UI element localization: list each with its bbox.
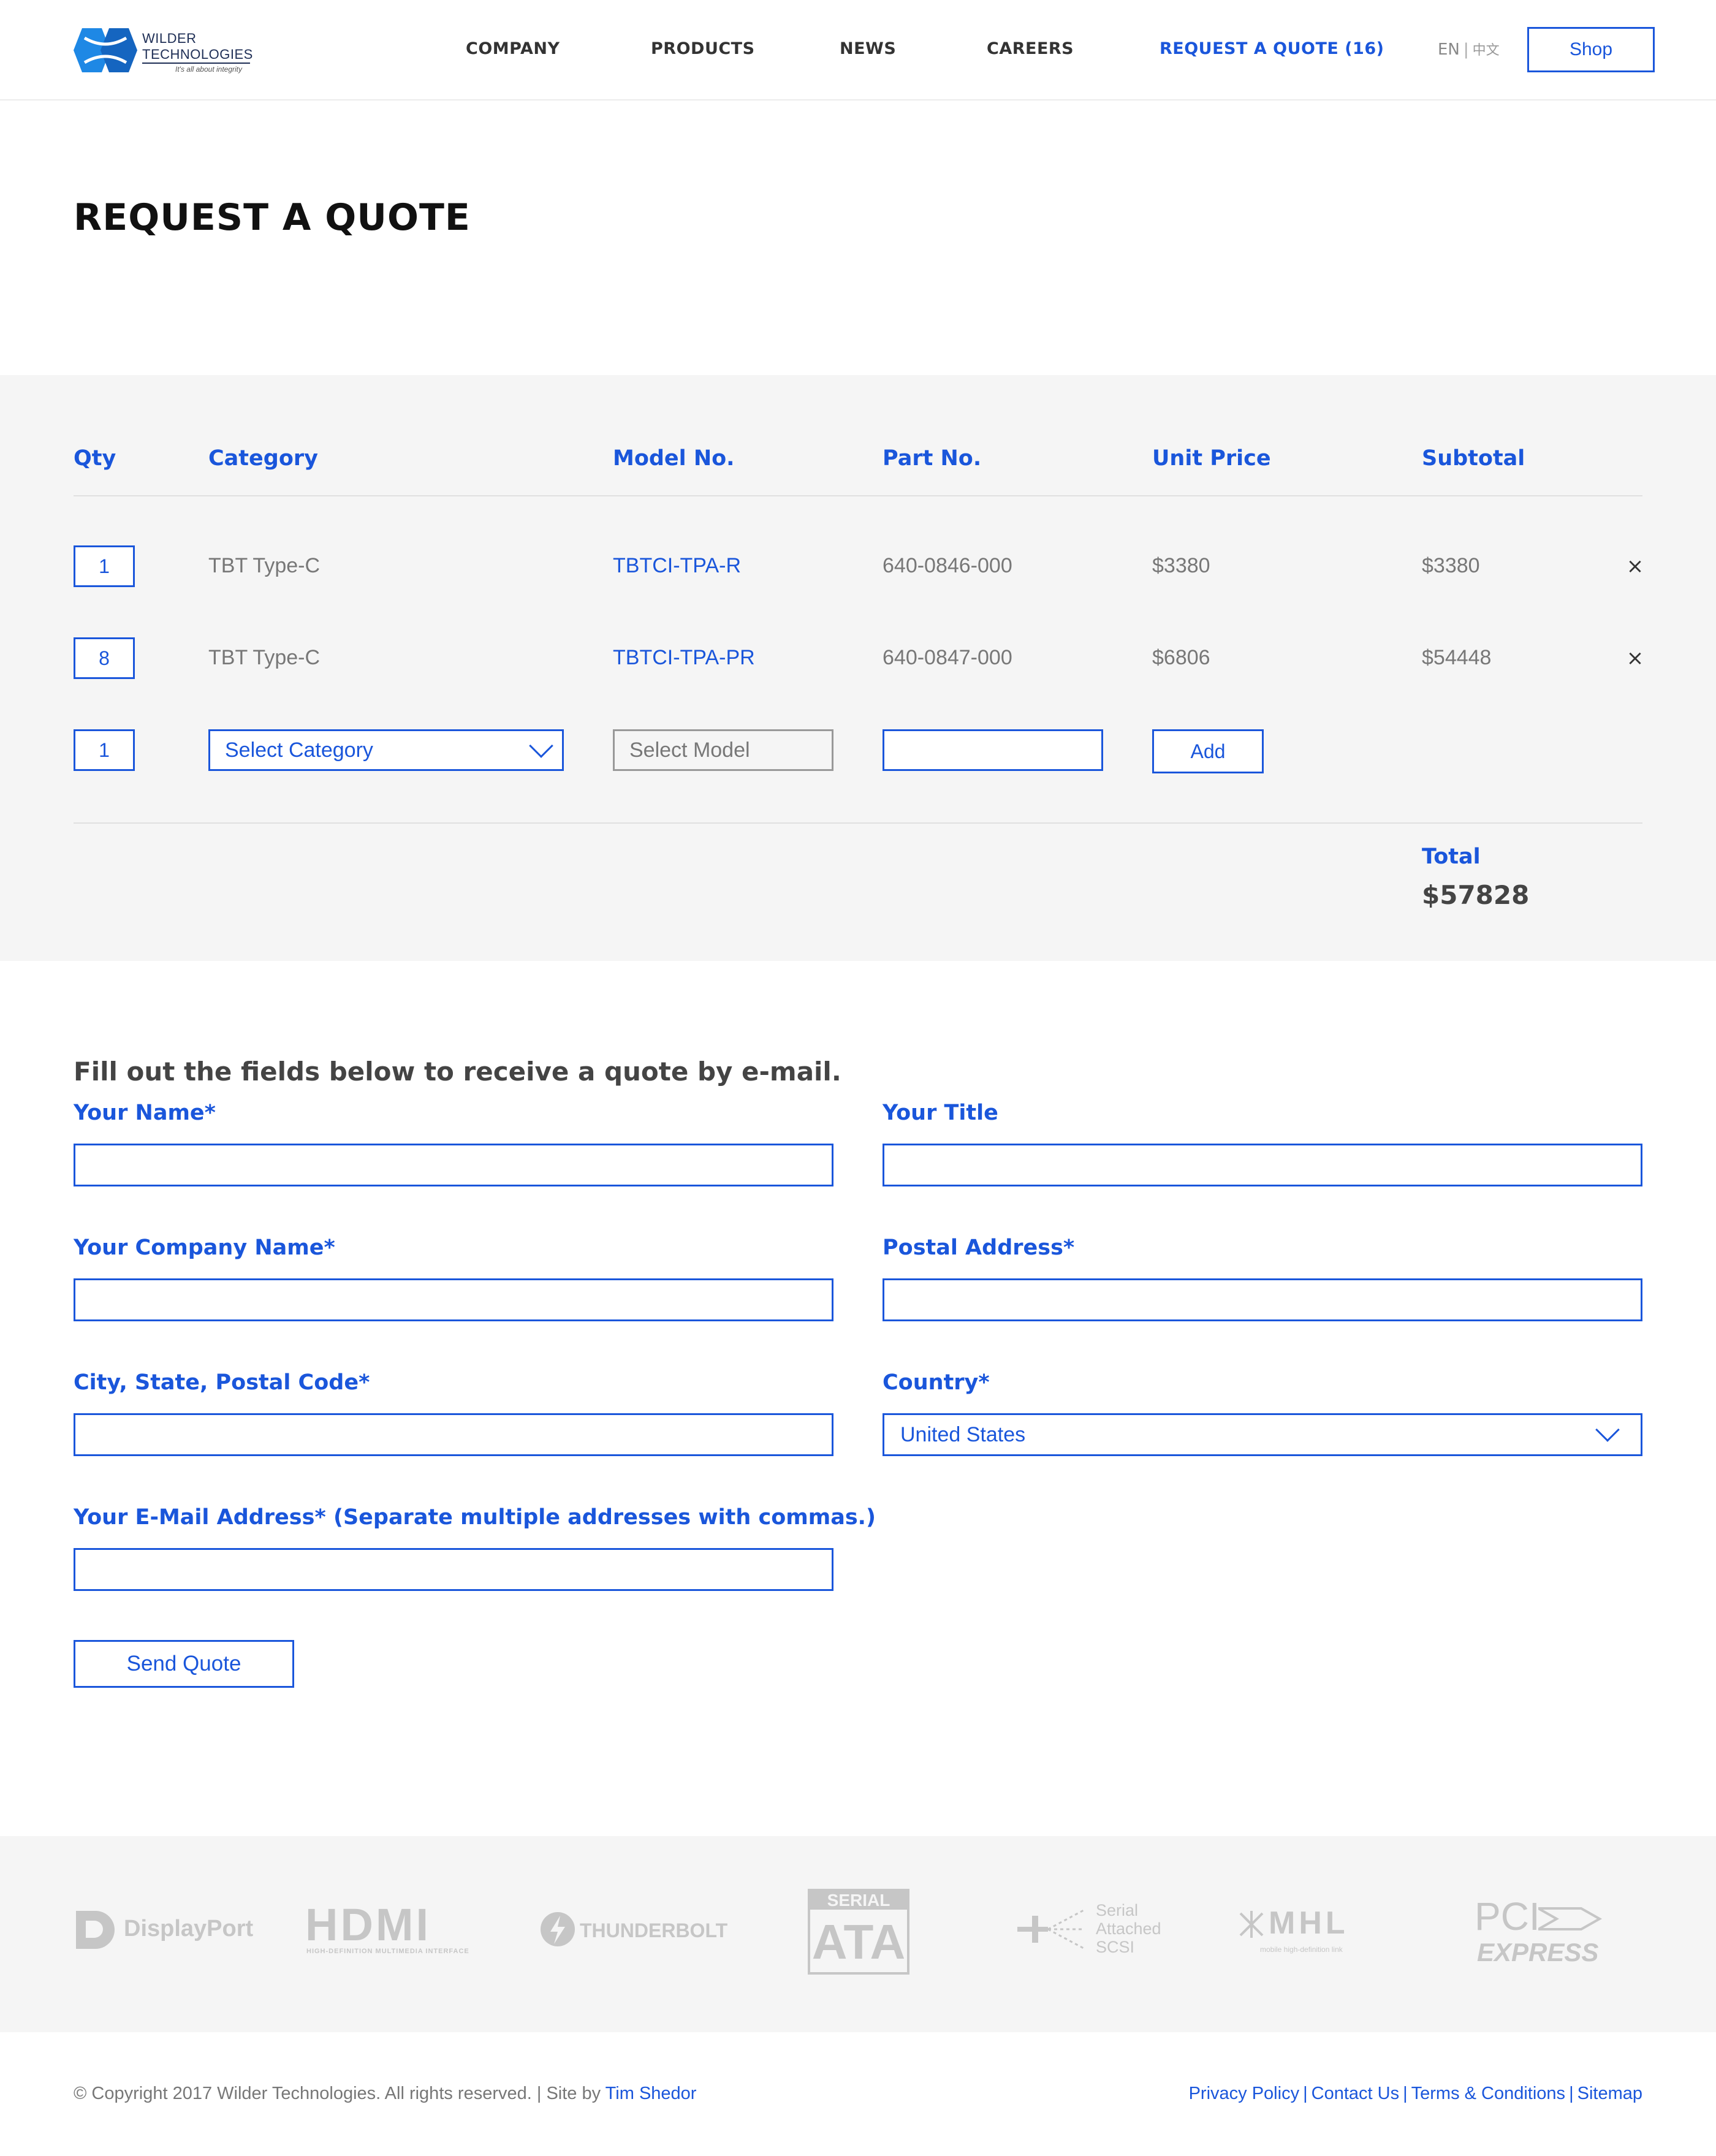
total-divider (74, 822, 1642, 824)
mhl-subtitle: mobile high-definition link (1260, 1945, 1343, 1954)
nav-news[interactable]: NEWS (840, 39, 896, 58)
country-label: Country* (883, 1370, 990, 1395)
logo-tagline: It's all about integrity (175, 65, 243, 74)
email-label: Your E-Mail Address* (Separate multiple … (74, 1505, 876, 1530)
lang-separator: | (1463, 40, 1469, 59)
row-subtotal: $3380 (1422, 554, 1480, 577)
form-intro: Fill out the fields below to receive a q… (74, 1057, 841, 1087)
nav-company[interactable]: COMPANY (466, 39, 560, 58)
contact-us-link[interactable]: Contact Us (1312, 2084, 1399, 2103)
row-part: 640-0846-000 (883, 554, 1012, 577)
col-subtotal: Subtotal (1422, 446, 1525, 471)
postal-address-label: Postal Address* (883, 1236, 1075, 1260)
footer-separator: | (1403, 2084, 1408, 2103)
total-label: Total (1422, 845, 1481, 869)
language-switcher: EN | 中文 (1438, 39, 1500, 59)
col-qty: Qty (74, 446, 116, 471)
company-label: Your Company Name* (74, 1236, 335, 1260)
remove-item-icon[interactable]: × (1624, 646, 1646, 670)
logo-wordmark-line2: TECHNOLOGIES (142, 47, 253, 62)
sata-top-label: SERIAL (810, 1891, 907, 1910)
footer-links: Privacy Policy | Contact Us | Terms & Condit… (1189, 2084, 1642, 2104)
name-label: Your Name* (74, 1101, 216, 1125)
lang-en[interactable]: EN (1438, 40, 1460, 59)
name-field[interactable] (74, 1144, 833, 1186)
sas-line3: SCSI (1096, 1938, 1135, 1956)
category-select[interactable]: Select Category (208, 729, 564, 771)
displayport-wordmark: DisplayPort (124, 1916, 254, 1942)
new-qty-input[interactable]: 1 (74, 729, 135, 771)
site-by-link[interactable]: Tim Shedor (606, 2084, 697, 2103)
remove-item-icon[interactable]: × (1624, 554, 1646, 579)
header-divider (74, 495, 1642, 496)
country-select[interactable]: United States (883, 1413, 1642, 1456)
thunderbolt-wordmark: THUNDERBOLT (580, 1919, 728, 1942)
total-value: $57828 (1422, 880, 1530, 910)
send-quote-button[interactable]: Send Quote (74, 1640, 294, 1688)
sata-wordmark: ATA (811, 1915, 906, 1969)
site-header: WILDER TECHNOLOGIES It's all about integ… (0, 0, 1716, 101)
serial-ata-logo: SERIAL ATA (808, 1889, 909, 1975)
col-model: Model No. (613, 446, 735, 471)
col-unit-price: Unit Price (1152, 446, 1271, 471)
logo-wordmark-line1: WILDER (142, 31, 197, 46)
row-category: TBT Type-C (208, 554, 321, 577)
hexagon-logo-icon (74, 28, 137, 72)
title-field[interactable] (883, 1144, 1642, 1186)
chevron-down-icon (1595, 1418, 1620, 1442)
footer-separator: | (1569, 2084, 1574, 2103)
company-field[interactable] (74, 1278, 833, 1321)
wilder-logo[interactable]: WILDER TECHNOLOGIES It's all about integ… (74, 23, 257, 77)
pci-arrow-icon (1538, 1907, 1603, 1930)
pci-wordmark: PCI (1475, 1894, 1540, 1938)
sas-icon (1017, 1908, 1085, 1950)
mhl-wordmark: MHL (1269, 1905, 1349, 1941)
col-part: Part No. (883, 446, 982, 471)
logo-underline (142, 63, 250, 64)
privacy-policy-link[interactable]: Privacy Policy (1189, 2084, 1300, 2103)
model-select[interactable]: Select Model (613, 729, 833, 771)
title-label: Your Title (883, 1101, 998, 1125)
nav-products[interactable]: PRODUCTS (651, 39, 755, 58)
chevron-down-icon (529, 734, 553, 758)
footer-copyright: © Copyright 2017 Wilder Technologies. Al… (74, 2084, 696, 2104)
sas-line1: Serial (1096, 1901, 1139, 1919)
country-select-value: United States (900, 1422, 1026, 1446)
row-part: 640-0847-000 (883, 646, 1012, 669)
nav-careers[interactable]: CAREERS (987, 39, 1074, 58)
qty-input[interactable]: 8 (74, 637, 135, 679)
row-category: TBT Type-C (208, 646, 321, 669)
displayport-icon (76, 1911, 115, 1949)
email-field[interactable] (74, 1548, 833, 1591)
row-subtotal: $54448 (1422, 646, 1492, 669)
terms-link[interactable]: Terms & Conditions (1411, 2084, 1565, 2103)
city-field[interactable] (74, 1413, 833, 1456)
part-number-input[interactable] (883, 729, 1103, 771)
city-label: City, State, Postal Code* (74, 1370, 370, 1395)
quote-cart: Qty Category Model No. Part No. Unit Pri… (0, 375, 1716, 961)
row-unit-price: $3380 (1152, 554, 1210, 577)
hdmi-subtitle: HIGH-DEFINITION MULTIMEDIA INTERFACE (306, 1948, 469, 1955)
pci-express-wordmark: EXPRESS (1477, 1938, 1599, 1967)
col-category: Category (208, 446, 318, 471)
sas-line2: Attached (1096, 1919, 1161, 1938)
qty-input[interactable]: 1 (74, 545, 135, 587)
row-model-link[interactable]: TBTCI-TPA-PR (613, 646, 755, 670)
footer-separator: | (1303, 2084, 1308, 2103)
thunderbolt-icon (541, 1912, 575, 1946)
nav-request-a-quote[interactable]: REQUEST A QUOTE (16) (1160, 39, 1384, 58)
hdmi-wordmark: HDMI (305, 1899, 431, 1950)
row-model-link[interactable]: TBTCI-TPA-R (613, 554, 741, 578)
category-select-value: Select Category (225, 738, 373, 762)
shop-button[interactable]: Shop (1527, 27, 1655, 72)
copyright-text: © Copyright 2017 Wilder Technologies. Al… (74, 2084, 606, 2103)
partner-logos-band: DisplayPort HDMI HIGH-DEFINITION MULTIME… (0, 1836, 1716, 2032)
postal-address-field[interactable] (883, 1278, 1642, 1321)
page-title: REQUEST A QUOTE (74, 196, 471, 239)
row-unit-price: $6806 (1152, 646, 1210, 669)
lang-zh[interactable]: 中文 (1473, 43, 1500, 58)
sitemap-link[interactable]: Sitemap (1577, 2084, 1642, 2103)
mhl-icon (1239, 1911, 1264, 1938)
add-button[interactable]: Add (1152, 729, 1264, 773)
